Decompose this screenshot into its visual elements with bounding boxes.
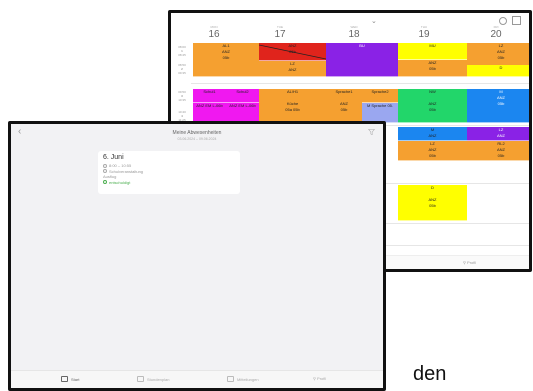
period-2-label: 08:50 2 09:35 [178, 63, 186, 75]
filter-icon[interactable] [368, 129, 375, 135]
lesson-cell-cancelled[interactable]: ANZ 05b [259, 43, 326, 61]
tab-messages[interactable]: Mitteilungen [227, 376, 259, 382]
lesson-cell[interactable]: Schul1 [193, 89, 226, 103]
page-title: Meine Abwesenheiten [172, 130, 222, 136]
lesson-cell[interactable]: M ANZ [398, 127, 467, 141]
lesson-cell[interactable]: BU [326, 43, 398, 77]
absence-type: Ausflug [103, 174, 117, 180]
lesson-cell[interactable]: M Sprache 05. [362, 103, 398, 123]
absence-time: 8:00 – 10:55 [109, 163, 132, 169]
grid-line [191, 83, 529, 84]
lesson-cell[interactable]: LZ ANZ [467, 127, 529, 141]
period-1-label: 08:00 1 08:45 [178, 45, 186, 57]
lesson-cell[interactable]: Schul2 [226, 89, 259, 103]
lesson-cell[interactable]: Sprache1 ANZ 05b [326, 89, 362, 123]
day-header-tue[interactable]: TUE 17 [255, 25, 305, 40]
day-header-mon[interactable]: MON 16 [189, 25, 239, 40]
lesson-cell[interactable]: M ANZ 05b [467, 89, 529, 123]
period-3-label: 09:50 3 10:35 [178, 90, 186, 102]
home-icon [61, 376, 68, 382]
day-header-wed[interactable]: WED 18 [329, 25, 379, 40]
bottom-tab-bar: Start Stundenplan Mitteilungen ⚲ Profil [11, 370, 383, 388]
lesson-cell[interactable]: D ANZ 05b [398, 185, 467, 221]
calendar-icon [137, 376, 144, 382]
lesson-cell[interactable]: RL2 ANZ 05b [467, 141, 529, 161]
reason-icon [103, 169, 107, 174]
tab-profile[interactable]: ⚲ Profil [313, 376, 326, 381]
absence-status: entschuldigt [109, 179, 131, 185]
absence-card[interactable]: 6. Juni 8:00 – 10:55 Schulveranstaltung … [98, 151, 240, 194]
search-icon[interactable] [499, 17, 507, 25]
lesson-cell[interactable]: ANZ EM L-06b [226, 103, 259, 123]
chevron-down-icon[interactable]: ⌄ [371, 17, 377, 25]
lesson-cell[interactable]: NW ANZ 05b [398, 89, 467, 123]
tab-timetable[interactable]: Stundenplan [137, 376, 169, 382]
calendar-grid-icon[interactable] [512, 16, 521, 25]
lesson-cell[interactable]: ANZ EM L-06b [193, 103, 226, 123]
lesson-cell[interactable]: LZ ANZ [259, 61, 326, 77]
day-header-thu[interactable]: THU 19 [399, 25, 449, 40]
absence-date: 6. Juni [103, 154, 124, 161]
lesson-cell[interactable]: LZ ANZ 05b [398, 141, 467, 161]
check-circle-icon [103, 180, 107, 185]
back-chevron-icon[interactable]: ‹ [18, 126, 21, 137]
absence-reason: Schulveranstaltung [109, 168, 144, 174]
clock-icon [103, 163, 107, 168]
lesson-cell[interactable]: ANZ 05b [398, 60, 467, 77]
absences-tablet: ‹ Meine Abwesenheiten 03.06.2024 – 09.06… [8, 121, 386, 391]
lesson-cell[interactable]: AL1 ANZ 05b [193, 43, 259, 77]
day-header-fri[interactable]: FRI 20 [471, 25, 521, 40]
overlay-text: den [413, 363, 447, 385]
lesson-cell[interactable]: Sprache2 [362, 89, 398, 103]
lesson-cell[interactable]: MU [398, 43, 467, 60]
lesson-cell[interactable]: AL/H1 Küche 05a 05b [259, 89, 326, 123]
tab-start[interactable]: Start [61, 376, 79, 382]
date-range: 03.06.2024 – 09.06.2024 [177, 137, 217, 141]
mail-icon [227, 376, 234, 382]
lesson-cell[interactable]: D [467, 65, 529, 77]
cancelled-strike-icon [259, 44, 326, 60]
tab-profile[interactable]: ⚲ Profil [463, 260, 476, 265]
absences-header: ‹ Meine Abwesenheiten 03.06.2024 – 09.06… [11, 124, 383, 146]
